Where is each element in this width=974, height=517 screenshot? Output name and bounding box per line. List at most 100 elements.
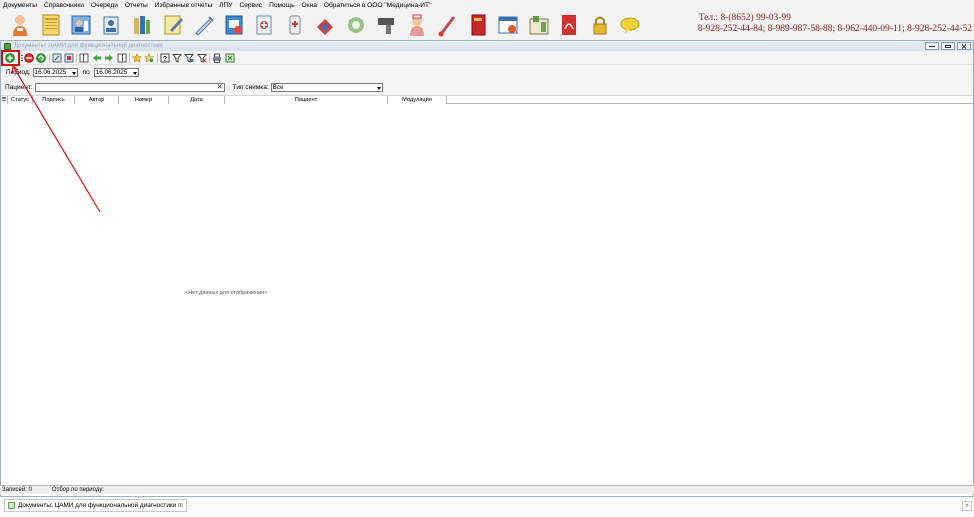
chat-icon[interactable] [619, 13, 641, 37]
patient-label: Пациент: [5, 84, 33, 91]
document-window: Документы: ЦАМИ для функциональной диагн… [0, 40, 974, 497]
window-titlebar: Документы: ЦАМИ для функциональной диагн… [1, 41, 973, 51]
columns2-icon[interactable] [117, 53, 127, 63]
date-to-value: 16.06.2025 [95, 69, 128, 76]
menu-service[interactable]: Сервис [239, 2, 262, 9]
filter-icon[interactable] [172, 53, 183, 63]
window-app-icon [4, 42, 11, 50]
date-from-picker[interactable]: 16.06.2025 [32, 68, 78, 77]
column-modulation[interactable]: Модуляция [388, 96, 447, 104]
restore-button[interactable] [941, 42, 955, 50]
delete-icon[interactable] [23, 52, 34, 63]
syringe-icon[interactable] [192, 13, 214, 37]
favorite-add-icon[interactable] [144, 52, 155, 63]
favorite-icon[interactable] [131, 52, 142, 63]
app-window: Документы Справочники Очереди Отчеты Изб… [0, 0, 974, 517]
column-number[interactable]: Номер [119, 96, 169, 104]
columns-icon[interactable] [79, 53, 89, 63]
column-signature[interactable]: Подпись [33, 96, 75, 104]
contact-phone-main: Тел.: 8-(8652) 99-03-99 [698, 13, 791, 23]
menu-windows[interactable]: Окна [302, 2, 317, 9]
image-type-select[interactable]: Все [270, 83, 383, 92]
schedule-icon[interactable] [223, 13, 245, 37]
registry-icon[interactable] [101, 13, 123, 37]
patient-input[interactable]: ✕ [34, 83, 225, 92]
image-type-value: Все [272, 84, 284, 91]
date-to-picker[interactable]: 16.06.2025 [93, 68, 139, 77]
column-author[interactable]: Автор [75, 96, 119, 104]
menu-documents[interactable]: Документы [3, 2, 37, 9]
capsule-icon[interactable] [345, 13, 367, 37]
chevron-down-icon[interactable] [71, 71, 76, 75]
close-icon[interactable]: ⊠ [178, 502, 183, 509]
menu-favorite-reports[interactable]: Избранные отчеты [155, 2, 213, 9]
menu-reports[interactable]: Отчеты [125, 2, 148, 9]
import-icon[interactable] [64, 53, 74, 63]
column-date[interactable]: Дата [169, 96, 225, 104]
period-label: Период: [6, 69, 31, 76]
calendar-icon[interactable] [497, 13, 519, 37]
document-toolbar: ? [1, 51, 973, 65]
contact-phones-mobile: 8-928-252-44-84; 8-989-987-58-88; 8-962-… [697, 24, 972, 34]
filter-clear-icon[interactable] [196, 53, 207, 63]
pills-icon[interactable] [314, 13, 336, 37]
excel-icon[interactable] [225, 53, 235, 63]
next-icon[interactable] [104, 53, 114, 63]
toolbar-separator [76, 52, 78, 63]
menu-lpu[interactable]: ЛПУ [219, 2, 232, 9]
thermometer-icon[interactable] [436, 13, 458, 37]
refresh-icon[interactable] [36, 52, 46, 63]
books-icon[interactable] [131, 13, 153, 37]
clear-icon[interactable]: ✕ [216, 84, 224, 91]
doctor-icon[interactable] [9, 13, 31, 37]
grid-header: ☰ Статус Подпись Автор Номер Дата Пациен… [1, 96, 973, 104]
medicine-icon[interactable] [284, 13, 306, 37]
column-patient[interactable]: Пациент [225, 96, 388, 104]
chevron-down-icon[interactable] [132, 71, 137, 75]
close-button[interactable] [957, 42, 971, 50]
red-book-icon[interactable] [467, 13, 489, 37]
filter-edit-icon[interactable] [184, 53, 195, 63]
svg-text:?: ? [163, 56, 167, 63]
toolbar-separator [128, 52, 130, 63]
period-filter-row: Период: 16.06.2025 по 16.06.2025 [1, 65, 973, 80]
nurse-icon[interactable] [406, 13, 428, 37]
column-status[interactable]: Статус [8, 96, 33, 104]
journal-icon[interactable] [40, 13, 62, 37]
menu-contact-support[interactable]: Обратиться в ООО "Медицина-ИТ" [324, 2, 432, 9]
task-tab-documents[interactable]: Документы: ЦАМИ для функциональной диагн… [4, 499, 187, 512]
taskbar-scroll-button[interactable]: ▿ [962, 501, 972, 511]
menu-help[interactable]: Помощь [269, 2, 294, 9]
task-tab-label: Документы: ЦАМИ для функциональной диагн… [18, 502, 177, 509]
toolbar-separator [156, 52, 158, 63]
date-from-value: 16.06.2025 [34, 69, 67, 76]
calculator-icon[interactable] [528, 13, 550, 37]
menu-references[interactable]: Справочники [44, 2, 84, 9]
export-icon[interactable] [52, 53, 62, 63]
lab-icon[interactable] [253, 13, 275, 37]
period-filter-status: Отбор по периоду: [51, 487, 105, 493]
lock-icon[interactable] [589, 13, 611, 37]
minimize-button[interactable] [925, 42, 939, 50]
image-type-label: Тип снимка: [232, 84, 269, 91]
window-title: Документы: ЦАМИ для функциональной диагн… [14, 43, 163, 49]
prev-icon[interactable] [92, 53, 102, 63]
help-icon[interactable]: ? [160, 53, 170, 63]
notes-icon[interactable] [162, 13, 184, 37]
window-controls [923, 42, 971, 50]
patient-filter-row: Пациент: ✕ Тип снимка: Все [1, 80, 973, 96]
records-count: Записей: 0 [2, 487, 32, 493]
toolbar-separator [48, 52, 50, 63]
annotation-highlight-box [1, 50, 20, 66]
contact-info: Тел.: 8-(8652) 99-03-99 8-928-252-44-84;… [698, 13, 972, 35]
chevron-down-icon[interactable] [376, 86, 381, 90]
toolbar-separator [209, 52, 211, 63]
to-label: по [82, 69, 90, 76]
print-icon[interactable] [212, 53, 222, 63]
pdf-icon[interactable] [558, 13, 580, 37]
documents-grid: ☰ Статус Подпись Автор Номер Дата Пациен… [1, 96, 973, 491]
patient-card-icon[interactable] [70, 13, 92, 37]
row-indicator-header[interactable]: ☰ [1, 96, 8, 104]
menu-queues[interactable]: Очереди [91, 2, 118, 9]
barcode-scanner-icon[interactable] [375, 13, 397, 37]
